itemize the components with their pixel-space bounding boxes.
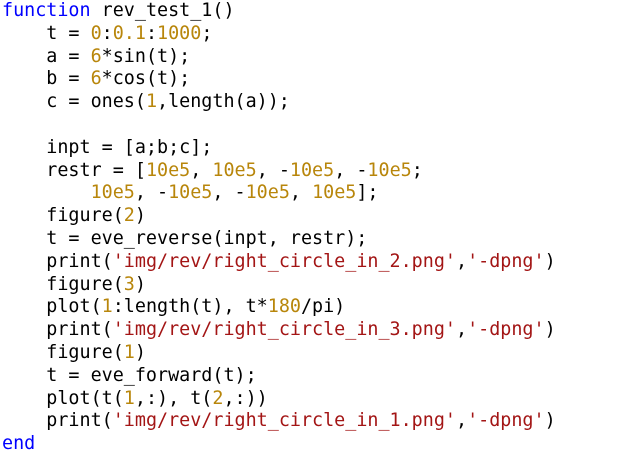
code-token: )	[544, 410, 556, 432]
code-token: :	[145, 22, 158, 44]
number-token: 1	[123, 341, 135, 363]
number-token: 10e5	[145, 159, 191, 181]
string-token: 'img/rev/right_circle_in_2.png'	[112, 250, 456, 272]
code-token: figure(	[2, 341, 124, 363]
code-token: ];	[356, 182, 379, 204]
code-token: )	[544, 319, 556, 341]
code-token: t = eve_reverse(inpt, restr);	[2, 227, 368, 249]
string-token: '-dpng'	[467, 319, 545, 341]
code-editor[interactable]: function rev_test_1() t = 0:0.1:1000; a …	[2, 0, 556, 456]
string-token: 'img/rev/right_circle_in_1.png'	[112, 410, 456, 432]
code-token: plot(	[2, 296, 102, 318]
code-token: c = ones(	[2, 91, 146, 113]
code-token: :	[101, 22, 113, 44]
code-token: ;	[201, 22, 213, 44]
code-token: a =	[2, 45, 91, 67]
code-token: ,length(a));	[157, 91, 290, 113]
code-line: figure(2)	[2, 205, 556, 228]
code-token: ,	[455, 319, 468, 341]
keyword-token: function	[2, 0, 91, 21]
code-token: ;	[411, 159, 423, 181]
string-token: 'img/rev/right_circle_in_3.png'	[112, 319, 456, 341]
number-token: 1	[101, 296, 113, 318]
code-token: ,:))	[223, 387, 268, 409]
number-token: 1000	[157, 22, 202, 44]
code-line: t = 0:0.1:1000;	[2, 23, 556, 46]
code-line: c = ones(1,length(a));	[2, 91, 556, 114]
code-token: inpt = [a;b;c];	[2, 136, 213, 158]
number-token: 1	[123, 387, 135, 409]
code-token: ,:), t(	[134, 387, 213, 409]
code-line: plot(t(1,:), t(2,:))	[2, 388, 556, 411]
code-line: t = eve_reverse(inpt, restr);	[2, 228, 556, 251]
code-token: t = eve_forward(t);	[2, 364, 257, 386]
code-token: , -	[134, 182, 169, 204]
code-token: )	[134, 205, 146, 227]
code-token: , -	[334, 159, 368, 181]
code-line: restr = [10e5, 10e5, -10e5, -10e5;	[2, 160, 556, 183]
string-token: '-dpng'	[467, 250, 545, 272]
code-token: ,	[190, 159, 213, 181]
keyword-token: end	[2, 433, 36, 455]
number-token: 6	[90, 68, 102, 90]
code-token: b =	[2, 68, 91, 90]
code-token: rev_test_1()	[90, 0, 235, 21]
code-line: figure(3)	[2, 274, 556, 297]
code-line: print('img/rev/right_circle_in_3.png','-…	[2, 319, 556, 342]
code-line: plot(1:length(t), t*180/pi)	[2, 296, 556, 319]
code-token: *sin(t);	[101, 45, 191, 67]
code-line: print('img/rev/right_circle_in_2.png','-…	[2, 250, 556, 274]
code-token: )	[544, 250, 556, 272]
number-token: 1	[145, 91, 158, 113]
number-token: 10e5	[367, 159, 412, 181]
code-token: restr = [	[2, 159, 146, 181]
number-token: 0	[90, 22, 102, 44]
number-token: 2	[212, 387, 224, 409]
number-token: 10e5	[312, 182, 357, 204]
code-line: 10e5, -10e5, -10e5, 10e5];	[2, 182, 556, 205]
code-token: :length(t), t*	[112, 296, 268, 318]
number-token: 2	[123, 205, 135, 227]
code-token: ,	[289, 182, 313, 204]
number-token: 3	[123, 273, 135, 295]
number-token: 10e5	[289, 159, 335, 181]
number-token: 180	[267, 296, 301, 318]
code-token: figure(	[2, 205, 124, 227]
number-token: 10e5	[245, 182, 290, 204]
code-line: t = eve_forward(t);	[2, 365, 556, 388]
code-token: ,	[455, 250, 468, 272]
code-line: a = 6*sin(t);	[2, 46, 556, 69]
code-token: t =	[2, 22, 91, 44]
string-token: '-dpng'	[467, 410, 545, 432]
number-token: 10e5	[212, 159, 257, 181]
code-line: figure(1)	[2, 342, 556, 365]
code-line: b = 6*cos(t);	[2, 68, 556, 91]
code-token: print(	[2, 410, 113, 432]
code-token: , -	[256, 159, 290, 181]
code-token: plot(t(	[2, 387, 124, 409]
number-token: 0.1	[112, 22, 146, 44]
code-token: )	[134, 341, 146, 363]
code-line: function rev_test_1()	[2, 0, 556, 23]
code-token: /pi)	[300, 296, 346, 318]
number-token: 10e5	[168, 182, 213, 204]
number-token: 6	[90, 45, 102, 67]
code-token: figure(	[2, 273, 124, 295]
code-token: print(	[2, 250, 113, 272]
code-line: inpt = [a;b;c];	[2, 137, 556, 160]
code-token: print(	[2, 319, 113, 341]
code-token: , -	[212, 182, 246, 204]
number-token: 10e5	[90, 182, 135, 204]
code-line: end	[2, 433, 556, 456]
code-token: )	[134, 273, 146, 295]
code-token: *cos(t);	[101, 68, 191, 90]
code-token: ,	[455, 410, 468, 432]
code-line: print('img/rev/right_circle_in_1.png','-…	[2, 410, 556, 433]
